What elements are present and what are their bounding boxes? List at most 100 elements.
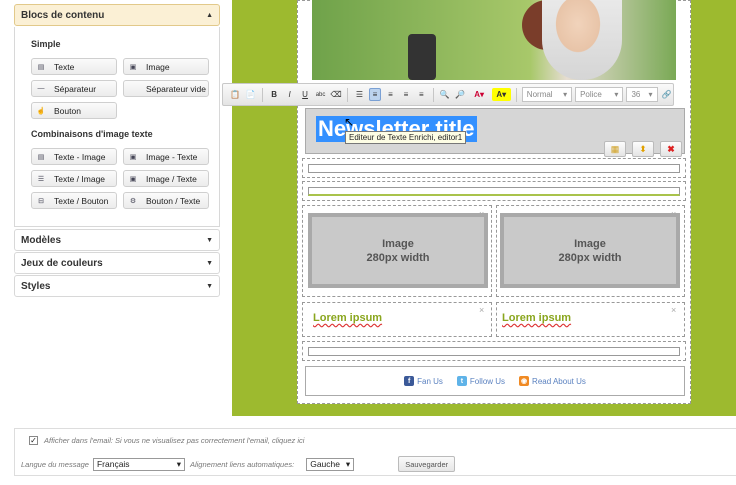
chevron-down-icon: ▾ [563,90,568,99]
accordion-modèles[interactable]: Modèles ▼ [14,229,220,251]
image-placeholder[interactable]: Image 280px width [308,213,488,288]
format-select-value: Normal [526,90,553,99]
delete-icon: ✖ [667,143,675,154]
caret-down-icon: ▼ [206,236,213,244]
accordion-styles[interactable]: Styles ▼ [14,275,220,297]
text-color-icon[interactable]: A▾ [470,88,489,101]
separator-block[interactable] [302,158,686,178]
caret-down-icon: ▼ [206,259,213,267]
image-placeholder-title: Image [574,237,606,250]
format-select[interactable]: Normal ▾ [521,87,573,102]
accordion-label: Styles [21,280,51,292]
eraser-icon[interactable]: ⌫ [330,88,342,101]
chevron-down-icon: ▾ [648,90,653,99]
delete-block-button[interactable]: ✖ [660,141,682,157]
language-select[interactable]: Français ▾ [92,457,185,471]
background-color-icon[interactable]: A▾ [491,88,511,101]
font-select[interactable]: Police ▾ [575,87,624,102]
find-icon[interactable]: 🔍 [439,88,451,101]
align-left-icon[interactable]: ≡ [368,88,382,101]
block-combo-2[interactable]: ☰ Texte / Image [31,170,117,187]
close-icon[interactable]: × [479,209,484,219]
show-email-checkbox[interactable]: ✓ [29,436,38,445]
block-label: Texte / Bouton [54,195,109,206]
block-simple-4[interactable]: ☝ Bouton [31,102,117,119]
section-title-combinations: Combinaisons d'image texte [31,129,153,139]
alignment-select[interactable]: Gauche ▾ [306,457,355,471]
accordion-content-blocks[interactable]: Blocs de contenu ▲ [14,4,220,26]
block-combo-1[interactable]: ▣ Image - Texte [123,148,209,165]
social-link[interactable]: t Follow Us [456,376,506,386]
text-image-icon: ▤ [37,153,45,161]
font-select-value: Police [580,90,602,99]
block-combo-0[interactable]: ▤ Texte - Image [31,148,117,165]
image-placeholder-title: Image [382,237,414,250]
separator-icon: — [37,85,45,92]
editor-tooltip: Editeur de Texte Enrichi, editor1 [345,131,467,144]
chevron-down-icon: ▾ [345,458,351,469]
move-block-button[interactable]: ⬍ [632,141,654,157]
text-over-image-icon: ☰ [37,175,45,183]
caret-up-icon: ▲ [206,11,213,19]
align-center-icon[interactable]: ≡ [384,88,396,101]
accordion-jeux-de-couleurs[interactable]: Jeux de couleurs ▼ [14,252,220,274]
chevron-down-icon: ▾ [614,90,619,99]
alignment-value: Gauche [310,459,340,469]
duplicate-icon: ▦ [610,143,620,154]
bullet-list-icon[interactable]: ☰ [353,88,365,101]
bold-icon[interactable]: B [268,88,280,101]
align-right-icon[interactable]: ≡ [400,88,412,101]
block-label: Bouton [54,105,81,116]
duplicate-block-button[interactable]: ▦ [604,141,626,157]
block-combo-3[interactable]: ▣ Image / Texte [123,170,209,187]
underline-icon[interactable]: U [299,88,311,101]
hero-image[interactable] [312,0,676,80]
separator-block[interactable] [302,181,686,201]
content-blocks-panel: Simple ▤ Texte ▣ Image — Séparateur Séparateur… [14,27,220,227]
separator-line [308,187,680,196]
collapsed-sections: Modèles ▼ Jeux de couleurs ▼ Styles ▼ [14,229,220,297]
block-simple-0[interactable]: ▤ Texte [31,58,117,75]
lorem-text[interactable]: Lorem ipsum [502,312,571,324]
button-over-text-icon: ⚙ [129,197,137,205]
section-title-simple: Simple [31,39,61,49]
image-placeholder-size: 280px width [366,251,430,264]
chevron-down-icon: ▾ [176,458,181,469]
social-label: Follow Us [469,376,506,386]
social-icon: ◉ [519,376,530,386]
separator-block[interactable] [302,341,686,361]
paste-word-icon[interactable]: 📄 [244,88,256,101]
social-link[interactable]: f Fan Us [404,376,443,386]
block-label: Texte [54,61,75,72]
golf-bag-shape [408,34,436,80]
lorem-text[interactable]: Lorem ipsum [313,312,382,324]
close-icon[interactable]: × [671,209,676,219]
block-simple-3[interactable]: Séparateur vide [123,80,209,97]
social-link[interactable]: ◉ Read About Us [519,376,586,386]
block-simple-2[interactable]: — Séparateur [31,80,117,97]
close-icon[interactable]: × [671,305,676,315]
image-placeholder[interactable]: Image 280px width [500,213,680,288]
social-icon: t [456,376,467,386]
block-label: Bouton / Texte [146,195,201,206]
link-icon[interactable]: 🔗 [661,88,673,101]
block-combo-4[interactable]: ⊟ Texte / Bouton [31,192,117,209]
italic-icon[interactable]: I [283,88,295,101]
show-email-label: Afficher dans l'email: Si vous ne visual… [44,436,305,445]
replace-icon[interactable]: 🔎 [454,88,466,101]
accordion-label: Blocs de contenu [21,9,105,21]
block-simple-1[interactable]: ▣ Image [123,58,209,75]
paste-icon[interactable]: 📋 [229,88,241,101]
image-block-icon: ▣ [129,63,137,71]
size-select-value: 36 [631,90,641,99]
separator-line [308,347,680,356]
close-icon[interactable]: × [479,305,484,315]
accordion-label: Modèles [21,234,62,246]
justify-icon[interactable]: ≡ [415,88,427,101]
social-label: Fan Us [417,376,443,386]
mouse-cursor-icon: ↖ [344,115,355,129]
save-button[interactable]: Sauvegarder [398,456,456,472]
size-select[interactable]: 36 ▾ [626,87,658,102]
block-combo-5[interactable]: ⚙ Bouton / Texte [123,192,209,209]
strikethrough-icon[interactable]: abc [314,88,326,101]
